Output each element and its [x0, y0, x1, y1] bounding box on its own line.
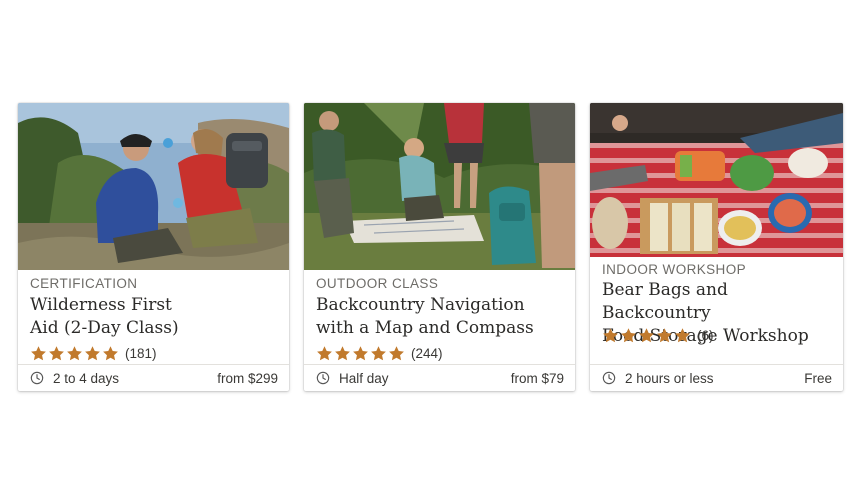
duration-text: 2 to 4 days: [53, 370, 120, 386]
clock-icon: [602, 371, 616, 385]
star-icon: [85, 346, 100, 361]
star-rating: [316, 345, 405, 362]
card-rating: (244): [316, 345, 443, 362]
class-card-bear-bags[interactable]: INDOOR WORKSHOP Bear Bags and Backcountr…: [590, 103, 843, 391]
card-title-line2[interactable]: Aid (2-Day Class): [30, 317, 279, 340]
star-icon: [371, 346, 386, 361]
card-image-bear-bags[interactable]: [590, 103, 843, 257]
price-text: from $79: [510, 370, 564, 386]
star-icon: [389, 346, 404, 361]
card-title[interactable]: Wilderness First Aid (2-Day Class): [30, 294, 279, 340]
card-title-line1[interactable]: Backcountry Navigation: [316, 294, 565, 317]
star-rating: [30, 345, 119, 362]
star-icon: [675, 328, 690, 343]
star-icon: [67, 346, 82, 361]
star-icon: [353, 346, 368, 361]
star-icon: [31, 346, 46, 361]
duration-text: Half day: [339, 370, 389, 386]
clock-icon: [316, 371, 330, 385]
card-rating: (6): [602, 327, 714, 344]
card-footer: 2 hours or less Free: [590, 364, 843, 391]
class-card-backcountry-navigation[interactable]: OUTDOOR CLASS Backcountry Navigation wit…: [304, 103, 575, 391]
review-count: (181): [125, 346, 157, 361]
clock-icon: [30, 371, 44, 385]
star-icon: [49, 346, 64, 361]
card-title-line1[interactable]: Bear Bags and Backcountry: [602, 279, 833, 325]
star-icon: [621, 328, 636, 343]
card-title-line2[interactable]: with a Map and Compass: [316, 317, 565, 340]
star-icon: [103, 346, 118, 361]
review-count: (244): [411, 346, 443, 361]
card-category: CERTIFICATION: [30, 276, 138, 291]
card-category: INDOOR WORKSHOP: [602, 262, 747, 277]
star-icon: [639, 328, 654, 343]
price-text: from $299: [217, 370, 278, 386]
price-text: Free: [804, 370, 832, 386]
card-title-line1[interactable]: Wilderness First: [30, 294, 279, 317]
card-title[interactable]: Backcountry Navigation with a Map and Co…: [316, 294, 565, 340]
card-footer: Half day from $79: [304, 364, 575, 391]
card-image-navigation[interactable]: [304, 103, 575, 270]
card-image-first-aid[interactable]: [18, 103, 289, 270]
star-icon: [657, 328, 672, 343]
class-card-wilderness-first-aid[interactable]: CERTIFICATION Wilderness First Aid (2-Da…: [18, 103, 289, 391]
card-rating: (181): [30, 345, 157, 362]
card-category: OUTDOOR CLASS: [316, 276, 439, 291]
star-icon: [603, 328, 618, 343]
star-icon: [317, 346, 332, 361]
review-count: (6): [697, 328, 714, 343]
card-footer: 2 to 4 days from $299: [18, 364, 289, 391]
star-icon: [335, 346, 350, 361]
star-rating: [602, 327, 691, 344]
duration-text: 2 hours or less: [625, 370, 714, 386]
